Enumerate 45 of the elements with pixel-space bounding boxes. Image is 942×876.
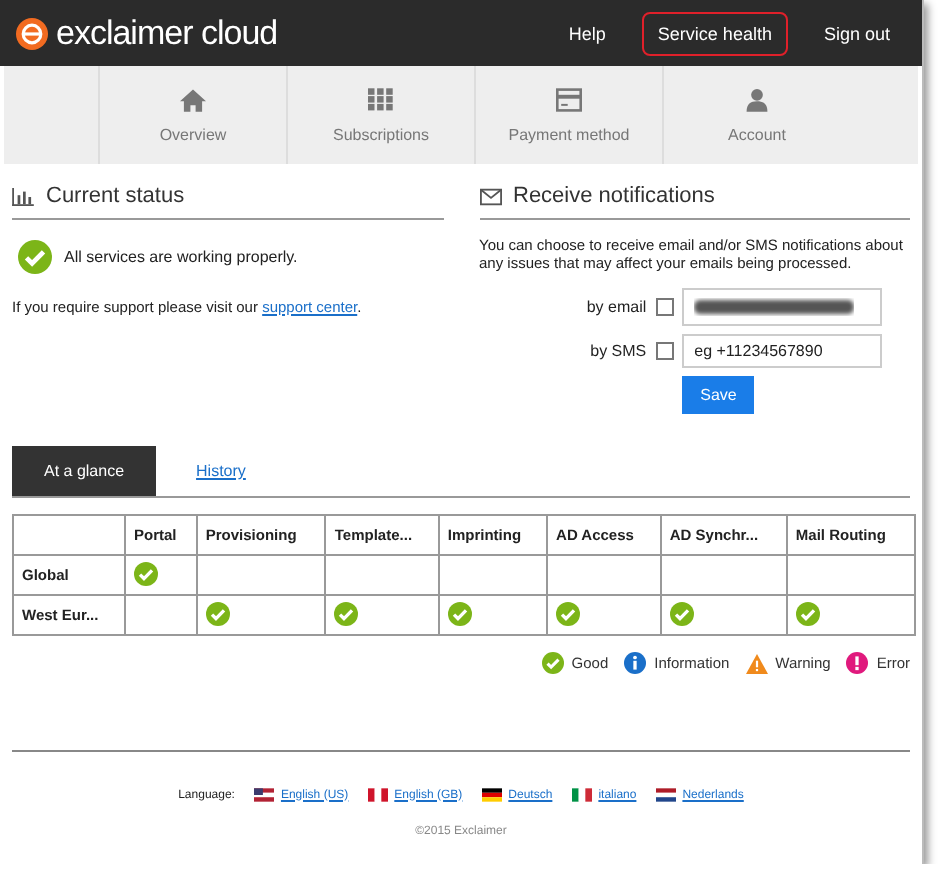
checkbox[interactable]	[656, 298, 675, 316]
nav-item[interactable]: Subscriptions	[286, 66, 474, 164]
check-circle-icon	[133, 561, 158, 585]
flag-icon	[368, 788, 389, 802]
logo-icon	[16, 17, 48, 49]
home-icon	[180, 87, 206, 111]
email-field[interactable]	[682, 288, 883, 326]
status-message: All services are working properly.	[64, 248, 298, 266]
logo-text: exclaimer cloud	[56, 13, 278, 53]
bar-chart-icon	[12, 187, 34, 205]
check-circle-icon	[18, 240, 52, 274]
header-link[interactable]: Sign out	[807, 11, 906, 55]
save-button[interactable]: Save	[682, 376, 755, 414]
check-circle-icon	[447, 601, 472, 625]
sms-field[interactable]: eg +11234567890	[682, 334, 883, 368]
user-icon	[744, 87, 770, 111]
check-circle-icon	[795, 601, 820, 625]
tab[interactable]: At a glance	[12, 446, 157, 496]
checkbox[interactable]	[656, 342, 675, 360]
check-circle-icon	[205, 601, 230, 625]
check-circle-icon	[541, 652, 564, 674]
flag-icon	[572, 788, 593, 802]
nav-item[interactable]: Payment method	[474, 66, 662, 164]
header-link[interactable]: Help	[552, 11, 622, 55]
flag-icon	[254, 788, 275, 802]
field-label: by email	[586, 298, 647, 316]
flag-icon	[482, 788, 503, 802]
section-title: Receive notifications	[513, 184, 715, 208]
table-header-cell	[13, 515, 125, 555]
field-label: by SMS	[588, 342, 647, 360]
info-icon	[624, 652, 647, 674]
header-link[interactable]: Service health	[641, 11, 788, 55]
section-title: Current status	[46, 184, 185, 208]
envelope-icon	[479, 187, 501, 205]
nav-item[interactable]: Account	[662, 66, 850, 164]
tab[interactable]: History	[156, 462, 286, 480]
warning-icon	[745, 653, 768, 673]
check-circle-icon	[334, 601, 359, 625]
grid-icon	[368, 87, 394, 111]
check-circle-icon	[556, 601, 581, 625]
check-circle-icon	[669, 601, 694, 625]
flag-icon	[656, 788, 677, 802]
nav-item[interactable]: Overview	[98, 66, 286, 164]
credit-card-icon	[556, 87, 582, 111]
error-icon	[846, 652, 869, 674]
